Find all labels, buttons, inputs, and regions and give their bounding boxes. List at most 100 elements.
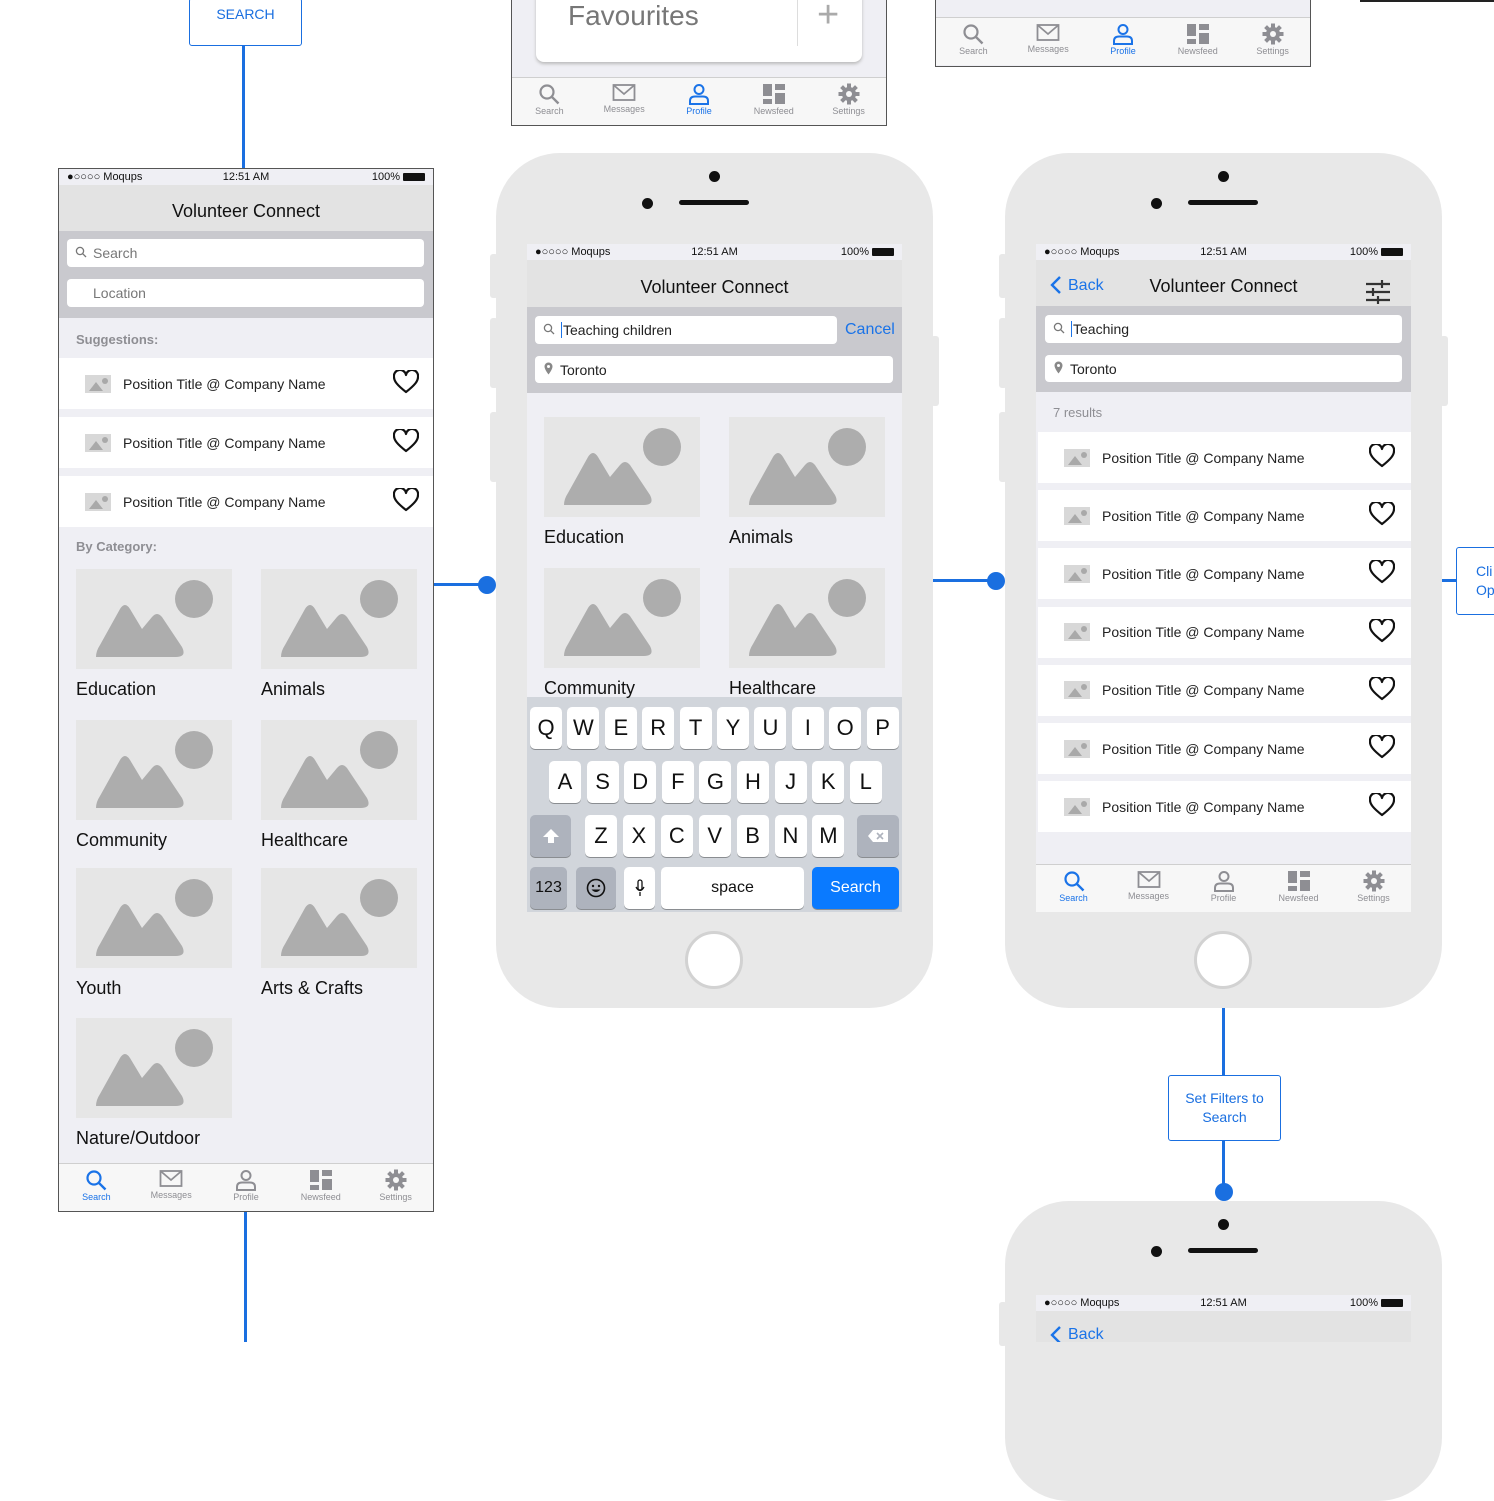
key-m[interactable]: M <box>812 815 845 857</box>
tab-messages[interactable]: Messages <box>1111 865 1186 912</box>
heart-icon[interactable] <box>1368 442 1396 468</box>
suggestion-row[interactable]: Position Title @ Company Name <box>59 358 433 409</box>
plus-icon[interactable]: + <box>817 0 839 37</box>
heart-icon[interactable] <box>1368 733 1396 759</box>
key-e[interactable]: E <box>604 707 637 749</box>
category-tile[interactable]: Education <box>76 569 232 700</box>
category-tile[interactable]: Healthcare <box>261 720 417 851</box>
back-button[interactable]: Back <box>1050 1325 1104 1342</box>
tab-profile[interactable]: Profile <box>1086 18 1161 65</box>
result-row[interactable]: Position Title @ Company Name <box>1038 664 1411 716</box>
location-input[interactable]: Toronto <box>535 356 893 383</box>
tab-search[interactable]: Search <box>1036 865 1111 912</box>
key-w[interactable]: W <box>567 707 600 749</box>
suggestion-row[interactable]: Position Title @ Company Name <box>59 417 433 468</box>
result-row[interactable]: Position Title @ Company Name <box>1038 548 1411 600</box>
search-input[interactable]: Search <box>67 239 424 267</box>
shift-key[interactable] <box>530 815 571 857</box>
result-row[interactable]: Position Title @ Company Name <box>1038 432 1411 483</box>
tab-profile[interactable]: Profile <box>1186 865 1261 912</box>
tab-newsfeed[interactable]: Newsfeed <box>1261 865 1336 912</box>
tab-search[interactable]: Search <box>59 1164 134 1211</box>
tab-label: Settings <box>379 1192 412 1202</box>
location-input[interactable]: Toronto <box>1045 355 1402 382</box>
key-h[interactable]: H <box>737 761 769 803</box>
key-k[interactable]: K <box>812 761 845 803</box>
category-tile[interactable]: Education <box>544 417 700 548</box>
key-j[interactable]: J <box>774 761 807 803</box>
key-g[interactable]: G <box>699 761 732 803</box>
phone-home-button[interactable] <box>1194 931 1252 989</box>
category-tile[interactable]: Community <box>544 568 700 699</box>
result-row[interactable]: Position Title @ Company Name <box>1038 781 1411 833</box>
heart-icon[interactable] <box>1368 617 1396 643</box>
key-x[interactable]: X <box>622 815 655 857</box>
heart-icon[interactable] <box>392 427 420 453</box>
suggestion-row[interactable]: Position Title @ Company Name <box>59 476 433 527</box>
category-tile[interactable]: Nature/Outdoor <box>76 1018 232 1149</box>
emoji-key[interactable] <box>576 867 616 909</box>
cancel-button[interactable]: Cancel <box>845 321 895 339</box>
key-y[interactable]: Y <box>717 707 749 749</box>
key-o[interactable]: O <box>829 707 862 749</box>
tab-newsfeed[interactable]: Newsfeed <box>283 1164 358 1211</box>
tab-settings[interactable]: Settings <box>1235 18 1310 65</box>
tab-profile[interactable]: Profile <box>662 78 737 125</box>
key-v[interactable]: V <box>698 815 731 857</box>
location-input[interactable]: Location <box>67 279 424 307</box>
heart-icon[interactable] <box>1368 559 1396 584</box>
tab-profile[interactable]: Profile <box>209 1164 284 1211</box>
tab-search[interactable]: Search <box>512 78 587 125</box>
key-p[interactable]: P <box>866 707 899 749</box>
phone-home-button[interactable] <box>685 931 743 989</box>
search-input[interactable]: Teaching children <box>535 316 837 344</box>
backspace-key[interactable] <box>857 815 899 857</box>
category-tile[interactable]: Arts & Crafts <box>261 868 417 999</box>
result-row[interactable]: Position Title @ Company Name <box>1038 723 1411 774</box>
key-u[interactable]: U <box>754 707 787 749</box>
tab-messages[interactable]: Messages <box>1011 18 1086 65</box>
result-row[interactable]: Position Title @ Company Name <box>1038 606 1411 658</box>
microphone-key[interactable] <box>624 867 655 909</box>
heart-icon[interactable] <box>1368 792 1396 817</box>
search-input[interactable]: Teaching <box>1045 315 1402 343</box>
numbers-key[interactable]: 123 <box>530 867 567 909</box>
heart-icon[interactable] <box>1368 675 1396 701</box>
tab-settings[interactable]: Settings <box>1336 865 1411 912</box>
search-key[interactable]: Search <box>812 867 899 909</box>
category-tile[interactable]: Animals <box>261 569 417 700</box>
category-tile[interactable]: Community <box>76 720 232 851</box>
key-z[interactable]: Z <box>585 815 617 857</box>
category-tile[interactable]: Animals <box>729 417 885 548</box>
favourites-card[interactable]: Favourites + <box>536 0 862 62</box>
category-tile[interactable]: Healthcare <box>729 568 885 699</box>
tab-messages[interactable]: Messages <box>587 78 662 125</box>
key-r[interactable]: R <box>642 707 675 749</box>
key-n[interactable]: N <box>774 815 807 857</box>
tab-newsfeed[interactable]: Newsfeed <box>736 78 811 125</box>
result-row[interactable]: Position Title @ Company Name <box>1038 490 1411 542</box>
key-l[interactable]: L <box>849 761 882 803</box>
heart-icon[interactable] <box>392 486 420 512</box>
tab-messages[interactable]: Messages <box>134 1164 209 1211</box>
flow-connector-dot <box>987 572 1005 590</box>
key-b[interactable]: B <box>736 815 769 857</box>
tab-settings[interactable]: Settings <box>811 78 886 125</box>
key-i[interactable]: I <box>791 707 824 749</box>
heart-icon[interactable] <box>1368 501 1396 526</box>
category-tile[interactable]: Youth <box>76 868 232 999</box>
back-button[interactable]: Back <box>1050 260 1104 312</box>
space-key[interactable]: space <box>661 867 804 909</box>
key-t[interactable]: T <box>679 707 712 749</box>
key-c[interactable]: C <box>660 815 693 857</box>
key-f[interactable]: F <box>661 761 694 803</box>
image-placeholder-icon <box>1064 564 1090 583</box>
tab-search[interactable]: Search <box>936 18 1011 65</box>
tab-newsfeed[interactable]: Newsfeed <box>1160 18 1235 65</box>
key-s[interactable]: S <box>586 761 619 803</box>
tab-settings[interactable]: Settings <box>358 1164 433 1211</box>
key-q[interactable]: Q <box>530 707 562 749</box>
key-a[interactable]: A <box>549 761 581 803</box>
key-d[interactable]: D <box>624 761 657 803</box>
heart-icon[interactable] <box>392 368 420 394</box>
